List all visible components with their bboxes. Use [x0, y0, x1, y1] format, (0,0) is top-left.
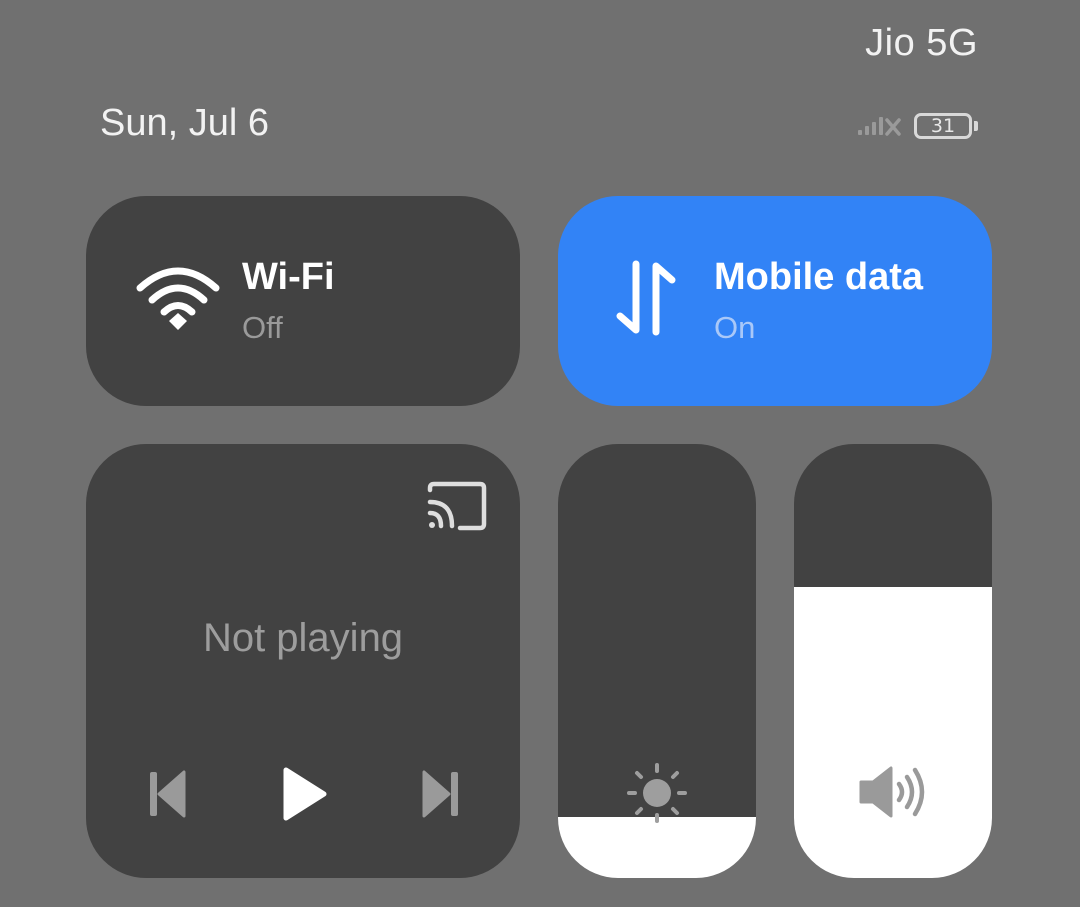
previous-icon[interactable]: [146, 764, 190, 829]
cast-icon[interactable]: [426, 480, 488, 537]
wifi-tile[interactable]: Wi-Fi Off: [86, 196, 520, 406]
volume-slider[interactable]: [794, 444, 992, 878]
date-label: Sun, Jul 6: [100, 102, 269, 144]
wifi-icon: [136, 258, 220, 339]
play-icon[interactable]: [280, 764, 330, 829]
mobile-data-tile[interactable]: Mobile data On: [558, 196, 992, 406]
status-icons: 31: [856, 108, 978, 143]
next-icon[interactable]: [418, 764, 462, 829]
wifi-title: Wi-Fi: [242, 256, 335, 298]
brightness-icon: [626, 762, 688, 829]
battery-level: 31: [930, 114, 956, 137]
volume-icon: [857, 762, 929, 827]
carrier-name: Jio 5G: [865, 22, 978, 64]
wifi-status: Off: [242, 310, 283, 345]
data-arrows-icon: [608, 258, 684, 343]
battery-icon: 31: [914, 112, 978, 139]
volume-slider-fill: [794, 587, 992, 878]
control-center: Jio 5G Sun, Jul 6 31 Wi-Fi Off Mobile da…: [0, 0, 1080, 907]
brightness-slider[interactable]: [558, 444, 756, 878]
mobile-data-title: Mobile data: [714, 256, 924, 298]
media-status: Not playing: [202, 616, 404, 660]
mobile-data-status: On: [714, 310, 756, 345]
signal-off-icon: [856, 108, 904, 143]
media-player: Not playing: [86, 444, 520, 878]
